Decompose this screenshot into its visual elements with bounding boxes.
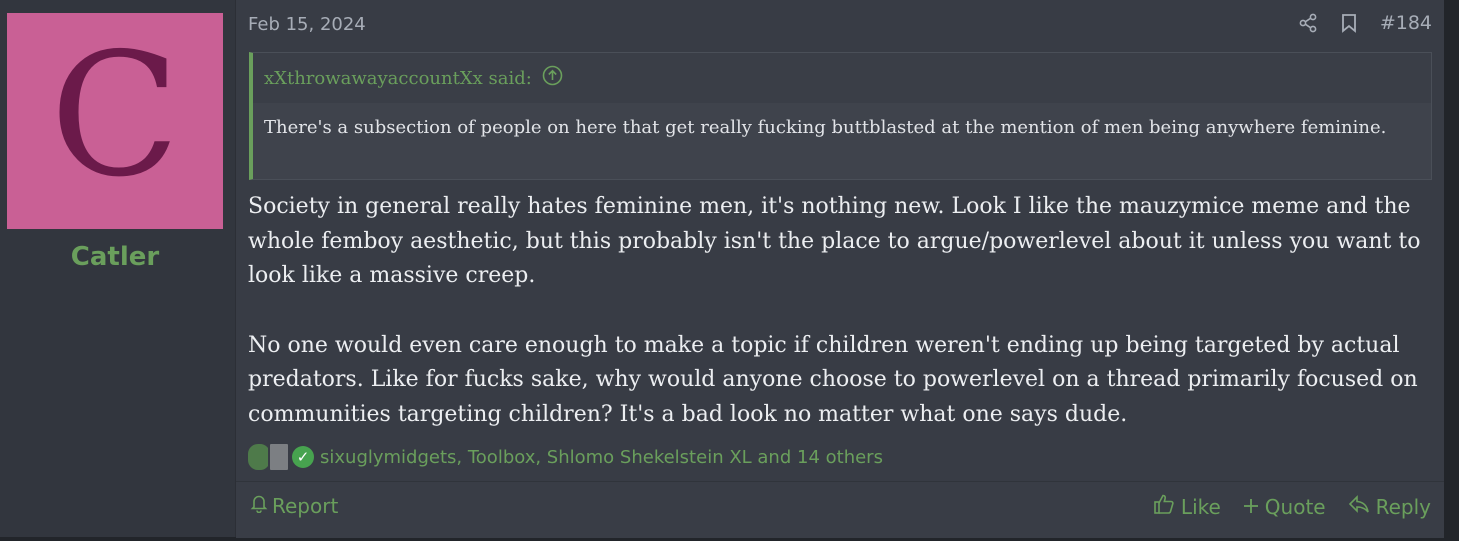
reply-label: Reply <box>1375 494 1431 519</box>
reactions-list[interactable]: sixuglymidgets, Toolbox, Shlomo Shekelst… <box>320 447 883 468</box>
post-content: Feb 15, 2024 #184 xXthrowawayaccountXx s… <box>236 0 1444 538</box>
thumbs-up-icon <box>1153 493 1175 520</box>
plus-icon <box>1243 495 1259 519</box>
post-paragraph: Society in general really hates feminine… <box>248 194 1421 288</box>
reaction-avatar-icon <box>268 442 290 472</box>
share-icon[interactable] <box>1298 13 1318 33</box>
reply-icon <box>1348 494 1370 519</box>
post-footer: Report Like Quote Reply <box>236 481 1444 538</box>
quote-block: xXthrowawayaccountXx said: There's a sub… <box>249 52 1432 180</box>
post-paragraph: No one would even care enough to make a … <box>248 332 1418 427</box>
like-label: Like <box>1180 494 1221 519</box>
checkmark-icon: ✓ <box>292 446 314 468</box>
quote-text: There's a subsection of people on here t… <box>264 117 1387 138</box>
bookmark-icon[interactable] <box>1340 13 1358 33</box>
post-date[interactable]: Feb 15, 2024 <box>248 14 366 35</box>
user-column: C Catler <box>0 0 236 537</box>
reply-button[interactable]: Reply <box>1348 494 1431 519</box>
avatar[interactable]: C <box>7 13 223 229</box>
reaction-icons: ✓ <box>246 442 314 472</box>
report-button[interactable]: Report <box>250 493 338 518</box>
report-label: Report <box>272 493 339 518</box>
like-button[interactable]: Like <box>1153 493 1221 520</box>
arrow-up-circle-icon[interactable] <box>542 65 563 91</box>
quote-header[interactable]: xXthrowawayaccountXx said: <box>253 53 1431 103</box>
post-body: Society in general really hates feminine… <box>248 190 1428 467</box>
post-number[interactable]: #184 <box>1380 12 1432 34</box>
avatar-letter: C <box>49 17 181 215</box>
post-container: C Catler Feb 15, 2024 #184 xXthrowawayac… <box>0 0 1444 538</box>
quote-label: Quote <box>1264 494 1326 519</box>
post-actions: Like Quote Reply <box>1153 493 1431 520</box>
post-tools: #184 <box>1298 12 1432 34</box>
quote-author[interactable]: xXthrowawayaccountXx said: <box>264 68 532 89</box>
quote-button[interactable]: Quote <box>1243 495 1326 519</box>
bell-icon <box>250 493 268 518</box>
reactions-bar[interactable]: ✓ sixuglymidgets, Toolbox, Shlomo Shekel… <box>246 442 883 472</box>
username[interactable]: Catler <box>0 242 230 272</box>
